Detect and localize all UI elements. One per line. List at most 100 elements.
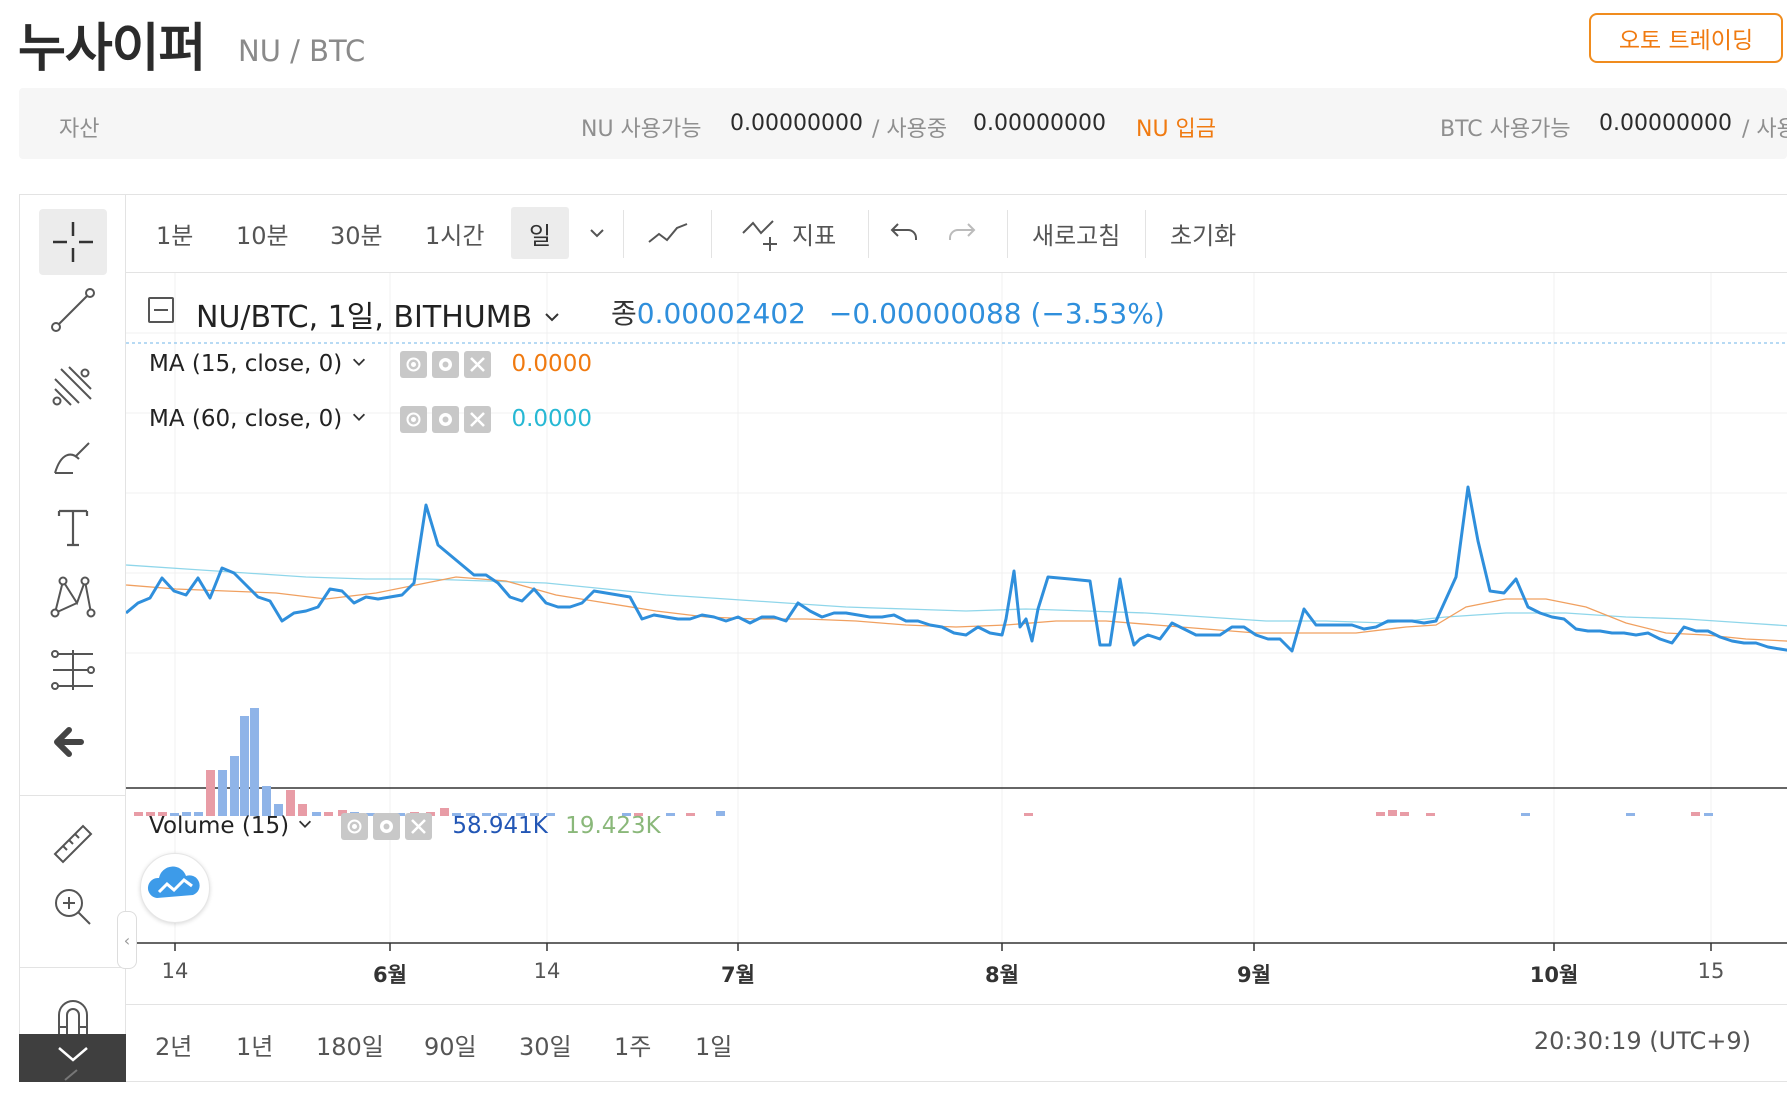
indicators-button[interactable]: 지표 <box>740 194 836 272</box>
volume-bar <box>1400 812 1409 816</box>
ma15-value: 0.0000 <box>511 351 592 377</box>
trend-line-icon[interactable] <box>39 277 107 343</box>
volume-label[interactable]: Volume (15) <box>149 813 289 839</box>
auto-trading-button[interactable]: 오토 트레이딩 <box>1589 13 1783 63</box>
base-available-value: 0.00000000 <box>730 111 863 136</box>
volume-bar <box>134 812 143 816</box>
x-axis-label: 15 <box>1697 959 1725 983</box>
close-icon[interactable] <box>464 406 492 433</box>
redo-icon[interactable] <box>944 194 978 272</box>
deposit-link[interactable]: NU 입금 <box>1136 111 1216 143</box>
range-2y[interactable]: 2년 <box>155 1027 192 1062</box>
ruler-icon[interactable] <box>39 811 107 877</box>
undo-icon[interactable] <box>888 194 922 272</box>
gear-icon[interactable] <box>432 406 460 433</box>
prediction-icon[interactable] <box>39 637 107 703</box>
chevron-down-icon <box>545 313 559 322</box>
asset-bar: 자산 NU 사용가능 0.00000000 / 사용중 0.00000000 N… <box>19 88 1787 159</box>
asset-label: 자산 <box>59 117 100 142</box>
volume-bar <box>686 813 695 816</box>
volume-ma-value: 19.423K <box>565 813 661 839</box>
symbol-legend[interactable]: NU/BTC, 1일, BITHUMB <box>196 292 562 336</box>
quote-available-label: BTC 사용가능 <box>1440 117 1571 142</box>
ma15-legend: MA (15, close, 0) 0.0000 <box>149 351 592 378</box>
toolbar-separator <box>711 210 712 258</box>
close-legend: 종0.00002402 −0.00000088 (−3.53%) <box>611 292 1165 332</box>
range-90d[interactable]: 90일 <box>424 1027 477 1062</box>
collapse-tab-chevron-left-icon[interactable]: ‹ <box>117 911 137 969</box>
range-1y[interactable]: 1년 <box>236 1027 273 1062</box>
toolbar-separator <box>868 210 869 258</box>
ma60-label[interactable]: MA (60, close, 0) <box>149 406 342 432</box>
toolbar-divider <box>19 795 125 796</box>
interval-10m[interactable]: 10분 <box>236 194 289 272</box>
range-180d[interactable]: 180일 <box>316 1027 384 1062</box>
volume-bar <box>262 786 271 816</box>
eye-icon[interactable] <box>400 351 428 378</box>
toolbar-divider <box>19 967 125 968</box>
refresh-button[interactable]: 새로고침 <box>1032 194 1120 272</box>
collapse-legend-icon[interactable] <box>148 297 174 323</box>
chevron-down-icon[interactable] <box>350 353 368 371</box>
reset-button[interactable]: 초기화 <box>1170 194 1236 272</box>
base-in-use-value: 0.00000000 <box>973 111 1106 136</box>
tradingview-logo[interactable] <box>140 853 210 923</box>
toolbar-separator <box>1007 210 1008 258</box>
volume-bar <box>218 770 227 816</box>
interval-1h[interactable]: 1시간 <box>425 194 484 272</box>
volume-bar <box>250 708 259 816</box>
interval-dropdown-chevron-icon[interactable] <box>586 194 608 272</box>
range-30d[interactable]: 30일 <box>519 1027 572 1062</box>
volume-bar <box>1704 813 1713 816</box>
ma60-line <box>126 564 1787 627</box>
close-prefix: 종 <box>611 297 637 330</box>
volume-legend: Volume (15) 58.941K 19.423K <box>149 813 661 840</box>
volume-bar <box>666 813 675 816</box>
base-in-use-label: / 사용중 <box>872 117 948 142</box>
chart-type-line-icon[interactable] <box>646 194 690 272</box>
gear-icon[interactable] <box>373 813 401 840</box>
interval-30m[interactable]: 30분 <box>330 194 383 272</box>
ma60-value: 0.0000 <box>511 406 592 432</box>
pitchfork-icon[interactable] <box>39 352 107 418</box>
eye-icon[interactable] <box>400 406 428 433</box>
text-tool-icon[interactable] <box>39 494 107 560</box>
x-axis-label: 6월 <box>373 963 407 987</box>
indicator-icon <box>742 220 777 251</box>
volume-bar <box>1521 813 1530 816</box>
symbol-label: NU/BTC, 1일, BITHUMB <box>196 300 533 335</box>
close-icon[interactable] <box>464 351 492 378</box>
x-axis-ticks <box>174 943 1712 951</box>
indicators-label: 지표 <box>792 221 837 250</box>
toolbar-collapse-toggle[interactable] <box>19 1034 126 1082</box>
drawing-toolbar <box>19 194 126 1082</box>
ma15-label[interactable]: MA (15, close, 0) <box>149 351 342 377</box>
chart-top-toolbar: 1분 10분 30분 1시간 일 지표 새로고침 초기화 <box>126 194 1787 273</box>
close-value: 0.00002402 <box>636 297 806 330</box>
volume-bar <box>1426 813 1435 816</box>
pair-subtitle: NU / BTC <box>238 34 366 68</box>
pattern-icon[interactable] <box>39 564 107 630</box>
x-axis-label: 14 <box>533 959 561 983</box>
brush-icon[interactable] <box>39 424 107 490</box>
crosshair-icon[interactable] <box>39 209 107 275</box>
chevron-down-icon[interactable] <box>350 408 368 426</box>
zoom-in-icon[interactable] <box>39 874 107 940</box>
interval-1m[interactable]: 1분 <box>156 194 193 272</box>
back-arrow-icon[interactable] <box>39 709 107 775</box>
range-1w[interactable]: 1주 <box>614 1027 651 1062</box>
toolbar-separator <box>1145 210 1146 258</box>
eye-icon[interactable] <box>341 813 369 840</box>
volume-bar <box>1691 812 1700 816</box>
volume-bar <box>716 811 725 816</box>
x-axis-label: 10월 <box>1529 963 1579 987</box>
gear-icon[interactable] <box>432 351 460 378</box>
chevron-down-icon[interactable] <box>296 815 314 833</box>
change-value: −0.00000088 (−3.53%) <box>828 297 1165 330</box>
close-icon[interactable] <box>405 813 433 840</box>
volume-bar <box>1626 813 1635 816</box>
timezone-clock[interactable]: 20:30:19 (UTC+9) <box>1534 1027 1751 1055</box>
volume-bar <box>1376 812 1385 816</box>
range-1d[interactable]: 1일 <box>695 1027 732 1062</box>
interval-day[interactable]: 일 <box>511 207 570 259</box>
